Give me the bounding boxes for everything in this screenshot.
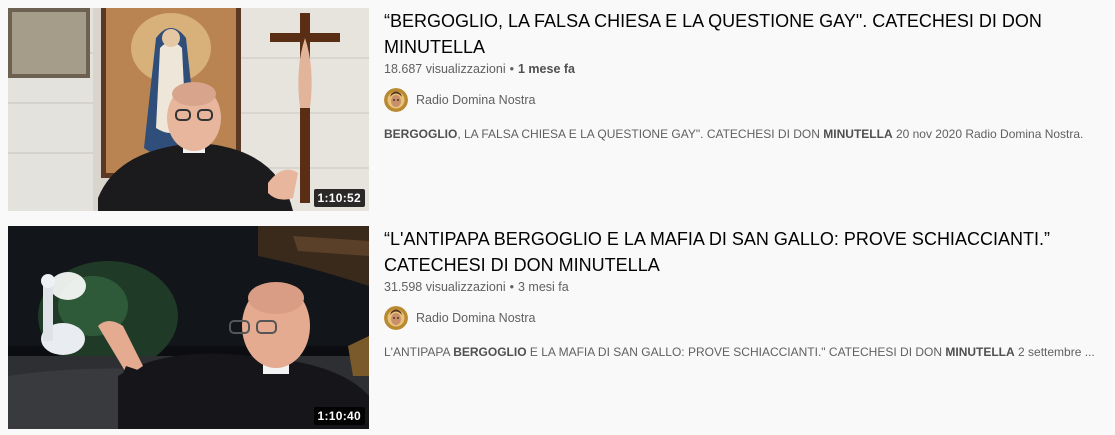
channel-avatar[interactable]	[384, 306, 408, 330]
separator-dot: •	[509, 62, 514, 76]
view-count: 31.598 visualizzazioni	[384, 280, 506, 294]
video-meta: “BERGOGLIO, LA FALSA CHIESA E LA QUESTIO…	[384, 8, 1104, 141]
snippet-text: 20 nov 2020 Radio Domina Nostra.	[892, 127, 1084, 141]
snippet-text: , LA FALSA CHIESA E LA QUESTIONE GAY". C…	[457, 127, 824, 141]
channel-link[interactable]: Radio Domina Nostra	[384, 306, 1104, 330]
video-thumbnail[interactable]: 1:10:52	[8, 8, 369, 211]
snippet-highlight: BERGOGLIO	[384, 127, 458, 141]
channel-avatar-icon	[384, 306, 408, 330]
channel-avatar-icon	[384, 88, 408, 112]
snippet-highlight: MINUTELLA	[945, 345, 1015, 359]
channel-avatar[interactable]	[384, 88, 408, 112]
upload-date: 1 mese fa	[518, 62, 575, 76]
snippet-text: E LA MAFIA DI SAN GALLO: PROVE SCHIACCIA…	[526, 345, 946, 359]
video-description-snippet: BERGOGLIO, LA FALSA CHIESA E LA QUESTION…	[384, 127, 1096, 141]
channel-name[interactable]: Radio Domina Nostra	[416, 93, 536, 107]
video-description-snippet: L'ANTIPAPA BERGOGLIO E LA MAFIA DI SAN G…	[384, 345, 1096, 359]
priest-madonna-thumbnail-image	[8, 8, 369, 211]
priest-night-statue-thumbnail-image	[8, 226, 369, 429]
snippet-highlight: MINUTELLA	[823, 127, 893, 141]
video-duration-badge: 1:10:52	[313, 189, 365, 207]
video-result[interactable]: 1:10:40 “L'ANTIPAPA BERGOGLIO E LA MAFIA…	[8, 226, 1108, 429]
video-title[interactable]: “BERGOGLIO, LA FALSA CHIESA E LA QUESTIO…	[384, 8, 1104, 60]
view-count: 18.687 visualizzazioni	[384, 62, 506, 76]
video-stats: 18.687 visualizzazioni • 1 mese fa	[384, 62, 1104, 76]
channel-link[interactable]: Radio Domina Nostra	[384, 88, 1104, 112]
video-meta: “L'ANTIPAPA BERGOGLIO E LA MAFIA DI SAN …	[384, 226, 1104, 359]
video-title[interactable]: “L'ANTIPAPA BERGOGLIO E LA MAFIA DI SAN …	[384, 226, 1104, 278]
video-duration-badge: 1:10:40	[313, 407, 365, 425]
snippet-text: L'ANTIPAPA	[384, 345, 454, 359]
channel-name[interactable]: Radio Domina Nostra	[416, 311, 536, 325]
snippet-text: 2 settembre ...	[1014, 345, 1095, 359]
upload-date: 3 mesi fa	[518, 280, 569, 294]
separator-dot: •	[509, 280, 514, 294]
video-thumbnail[interactable]: 1:10:40	[8, 226, 369, 429]
video-stats: 31.598 visualizzazioni • 3 mesi fa	[384, 280, 1104, 294]
video-result[interactable]: 1:10:52 “BERGOGLIO, LA FALSA CHIESA E LA…	[8, 8, 1108, 211]
snippet-highlight: BERGOGLIO	[453, 345, 527, 359]
